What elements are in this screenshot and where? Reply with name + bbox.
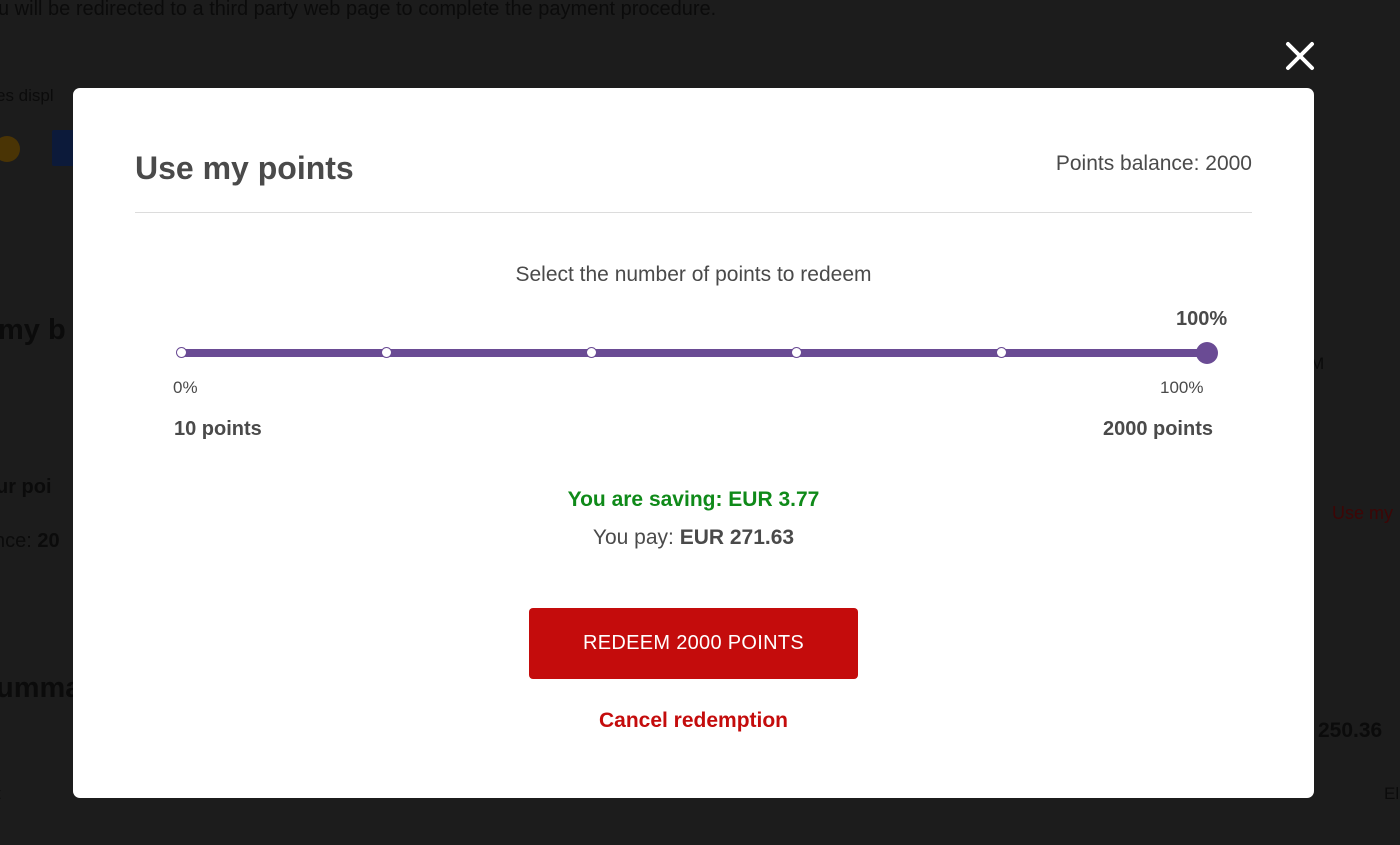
slider-step-marker[interactable] — [996, 347, 1007, 358]
background-balance-value: 20 — [37, 530, 60, 552]
background-text-bottom-right: El — [1384, 784, 1400, 803]
pay-amount-line: You pay: EUR 271.63 — [73, 526, 1314, 550]
points-slider[interactable] — [176, 342, 1218, 364]
use-my-points-link: Use my — [1332, 503, 1394, 523]
use-points-modal: Use my points Points balance: 2000 Selec… — [73, 88, 1314, 798]
payment-method-icon — [0, 136, 20, 162]
close-icon — [1286, 42, 1314, 70]
prices-note: es displ — [0, 86, 54, 105]
divider — [135, 212, 1252, 213]
saving-amount: You are saving: EUR 3.77 — [567, 488, 820, 511]
slider-step-marker[interactable] — [176, 347, 187, 358]
cancel-redemption-row: Cancel redemption — [73, 709, 1314, 733]
max-points-label: 2000 points — [1102, 418, 1213, 440]
background-balance-label: nce: — [0, 530, 32, 552]
background-text-left: t — [0, 784, 1, 804]
close-button[interactable] — [1282, 38, 1318, 74]
points-balance: Points balance: 2000 — [1055, 152, 1252, 175]
current-percent-label: 100% — [1176, 308, 1228, 330]
slider-fill — [182, 349, 1207, 357]
min-points-label: 10 points — [174, 418, 262, 440]
slider-handle[interactable] — [1196, 342, 1218, 364]
cancel-redemption-link[interactable]: Cancel redemption — [599, 709, 788, 732]
pay-label: You pay: — [592, 526, 680, 549]
background-balance: nce: 20 — [0, 530, 60, 553]
slider-step-marker[interactable] — [586, 347, 597, 358]
select-points-label: Select the number of points to redeem — [515, 263, 872, 286]
slider-step-marker[interactable] — [791, 347, 802, 358]
pay-amount: EUR 271.63 — [679, 526, 795, 549]
slider-step-marker[interactable] — [381, 347, 392, 358]
background-amount: 250.36 — [1318, 719, 1383, 742]
scale-min-label: 0% — [173, 378, 198, 397]
summary-heading: umma — [0, 672, 82, 704]
section-heading: my b — [0, 314, 66, 346]
points-heading: ur poi — [0, 476, 52, 498]
scale-max-label: 100% — [1160, 378, 1204, 397]
redirect-notice: u will be redirected to a third party we… — [0, 0, 717, 20]
redeem-points-button[interactable]: REDEEM 2000 POINTS — [529, 608, 858, 679]
modal-title: Use my points — [135, 150, 354, 186]
